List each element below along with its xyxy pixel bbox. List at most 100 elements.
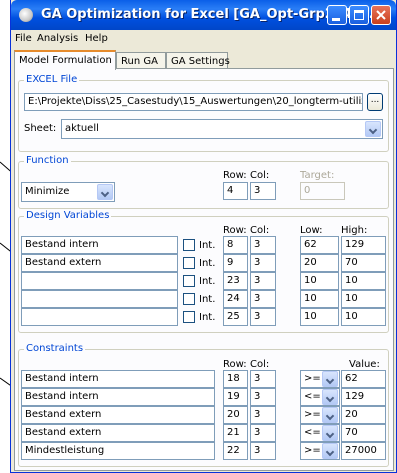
cons-operator-select[interactable]: >= <box>300 442 340 460</box>
dv-high-field[interactable]: 10 <box>341 272 386 290</box>
dv-row-field[interactable]: 23 <box>223 272 248 290</box>
dv-int-label: Int. <box>199 294 216 305</box>
dv-int-checkbox[interactable] <box>183 257 195 269</box>
cons-value-field[interactable]: 27000 <box>341 442 386 460</box>
chevron-down-icon[interactable] <box>322 425 338 441</box>
menu-help[interactable]: Help <box>85 33 108 44</box>
excel-file-path-field[interactable]: E:\Projekte\Diss\25_Casestudy\15_Auswert… <box>24 93 363 111</box>
constraints-group-label: Constraints <box>24 343 86 354</box>
dv-int-label: Int. <box>199 258 216 269</box>
dv-col-label: Col: <box>250 225 270 236</box>
cons-name-field[interactable]: Bestand intern <box>21 370 215 388</box>
dv-col-field[interactable]: 3 <box>250 272 276 290</box>
chevron-down-icon[interactable] <box>322 443 338 459</box>
app-window: GA Optimization for Excel [GA_Opt-Grp294… <box>10 0 397 473</box>
menu-analysis[interactable]: Analysis <box>37 33 78 44</box>
dv-high-field[interactable]: 129 <box>341 236 386 254</box>
dv-row-field[interactable]: 25 <box>223 308 248 326</box>
design-variables-group: Design Variables Row: Col: Low: High: Be… <box>18 210 389 333</box>
chevron-down-icon[interactable] <box>97 184 113 200</box>
dv-col-field[interactable]: 3 <box>250 254 276 272</box>
function-row-label: Row: <box>223 170 247 181</box>
dv-row-field[interactable]: 8 <box>223 236 248 254</box>
dv-int-checkbox[interactable] <box>183 275 195 287</box>
cons-row-field[interactable]: 21 <box>223 424 248 442</box>
browse-button[interactable]: ... <box>367 93 383 111</box>
cons-col-field[interactable]: 3 <box>250 406 276 424</box>
title-bar[interactable]: GA Optimization for Excel [GA_Opt-Grp294… <box>11 0 396 30</box>
dv-int-checkbox[interactable] <box>183 293 195 305</box>
close-icon <box>376 10 386 20</box>
sheet-label: Sheet: <box>24 123 57 134</box>
cons-name-field[interactable]: Bestand extern <box>21 424 215 442</box>
close-button[interactable] <box>371 5 391 25</box>
dv-low-field[interactable]: 10 <box>300 272 339 290</box>
dv-int-checkbox[interactable] <box>183 239 195 251</box>
chevron-down-icon[interactable] <box>365 121 381 137</box>
dv-high-field[interactable]: 10 <box>341 308 386 326</box>
cons-col-label: Col: <box>250 359 270 370</box>
chevron-down-icon[interactable] <box>322 371 338 387</box>
function-row-field[interactable]: 4 <box>223 182 248 200</box>
sheet-select-value: aktuell <box>65 123 99 134</box>
chevron-down-icon[interactable] <box>322 389 338 405</box>
maximize-button[interactable] <box>349 5 369 25</box>
function-mode-value: Minimize <box>25 186 70 197</box>
maximize-icon <box>354 10 364 20</box>
cons-value-field[interactable]: 20 <box>341 406 386 424</box>
dv-low-field[interactable]: 20 <box>300 254 339 272</box>
dv-name-field[interactable] <box>21 272 178 290</box>
dv-col-field[interactable]: 3 <box>250 236 276 254</box>
dv-low-field[interactable]: 10 <box>300 308 339 326</box>
menu-file[interactable]: File <box>15 33 32 44</box>
cons-col-field[interactable]: 3 <box>250 388 276 406</box>
dv-col-field[interactable]: 3 <box>250 308 276 326</box>
cons-name-field[interactable]: Mindestleistung <box>21 442 215 460</box>
dv-int-label: Int. <box>199 240 216 251</box>
dv-col-field[interactable]: 3 <box>250 290 276 308</box>
cons-row-field[interactable]: 22 <box>223 442 248 460</box>
sheet-select[interactable]: aktuell <box>61 119 383 139</box>
cons-col-field[interactable]: 3 <box>250 370 276 388</box>
dv-name-field[interactable] <box>21 308 178 326</box>
minimize-button[interactable] <box>327 5 347 25</box>
function-target-field: 0 <box>300 182 345 200</box>
dv-name-field[interactable]: Bestand extern <box>21 254 178 272</box>
cons-row-field[interactable]: 20 <box>223 406 248 424</box>
dv-high-label: High: <box>341 225 368 236</box>
cons-name-field[interactable]: Bestand intern <box>21 388 215 406</box>
cons-name-field[interactable]: Bestand extern <box>21 406 215 424</box>
cons-col-field[interactable]: 3 <box>250 424 276 442</box>
cons-value-label: Value: <box>349 359 380 370</box>
dv-name-field[interactable]: Bestand intern <box>21 236 178 254</box>
cons-col-field[interactable]: 3 <box>250 442 276 460</box>
dv-row-label: Row: <box>223 225 247 236</box>
dv-int-label: Int. <box>199 276 216 287</box>
function-mode-select[interactable]: Minimize <box>21 182 115 202</box>
cons-value-field[interactable]: 129 <box>341 388 386 406</box>
dv-int-checkbox[interactable] <box>183 311 195 323</box>
cons-operator-value: <= <box>304 427 321 438</box>
dv-row-field[interactable]: 9 <box>223 254 248 272</box>
cons-row-field[interactable]: 19 <box>223 388 248 406</box>
tab-model-formulation[interactable]: Model Formulation <box>14 50 116 70</box>
chevron-down-icon[interactable] <box>322 407 338 423</box>
dv-low-label: Low: <box>300 225 323 236</box>
function-col-field[interactable]: 3 <box>250 182 276 200</box>
menu-bar: File Analysis Help <box>11 30 396 48</box>
dv-low-field[interactable]: 62 <box>300 236 339 254</box>
cons-operator-value: >= <box>304 373 321 384</box>
dv-name-field[interactable] <box>21 290 178 308</box>
dv-int-label: Int. <box>199 312 216 323</box>
cons-operator-select[interactable]: <= <box>300 388 340 406</box>
cons-operator-select[interactable]: <= <box>300 424 340 442</box>
dv-high-field[interactable]: 70 <box>341 254 386 272</box>
cons-operator-select[interactable]: >= <box>300 370 340 388</box>
dv-row-field[interactable]: 24 <box>223 290 248 308</box>
cons-operator-select[interactable]: >= <box>300 406 340 424</box>
dv-low-field[interactable]: 10 <box>300 290 339 308</box>
cons-value-field[interactable]: 62 <box>341 370 386 388</box>
cons-value-field[interactable]: 70 <box>341 424 386 442</box>
cons-row-field[interactable]: 18 <box>223 370 248 388</box>
dv-high-field[interactable]: 10 <box>341 290 386 308</box>
